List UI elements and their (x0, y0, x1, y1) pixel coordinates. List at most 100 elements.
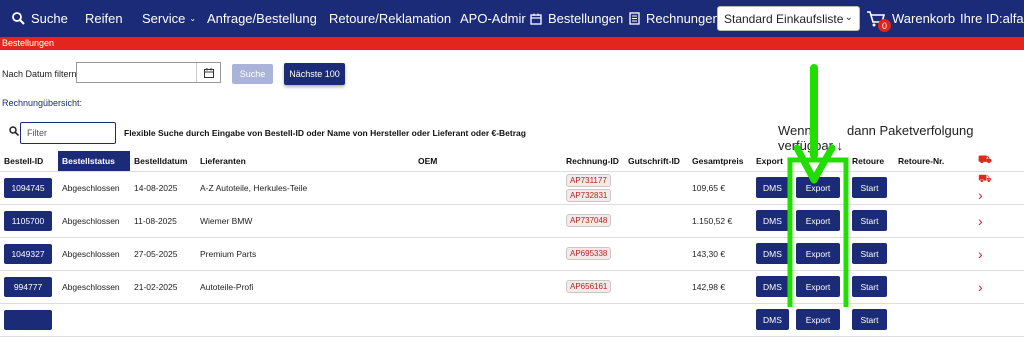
col-bestell-id[interactable]: Bestell-ID (0, 151, 58, 172)
col-rechnung-id[interactable]: Rechnung-ID (562, 151, 624, 172)
order-supplier (196, 303, 414, 337)
nav-apo-admin[interactable]: APO-Admir (460, 0, 526, 37)
filter-search-button[interactable]: Suche (232, 64, 273, 84)
order-date: 11-08-2025 (130, 204, 196, 238)
date-filter-label: Nach Datum filtern: (2, 69, 80, 79)
export-button[interactable]: Export (796, 309, 840, 330)
col-retoure[interactable]: Retoure (848, 151, 894, 172)
export-button[interactable]: Export (796, 276, 840, 297)
order-date (130, 303, 196, 337)
order-id-button[interactable]: 1105700 (4, 210, 52, 231)
retoure-start-button[interactable]: Start (852, 243, 887, 264)
chevron-right-icon[interactable]: › (978, 213, 1024, 229)
nav-anfrage[interactable]: Anfrage/Bestellung (207, 0, 317, 37)
nav-warenkorb[interactable]: Warenkorb (866, 0, 955, 37)
table-filter-input[interactable]: Filter (20, 122, 116, 144)
order-price: 143,30 € (688, 237, 752, 271)
credit-id (624, 237, 688, 271)
col-bestelldatum[interactable]: Bestelldatum (130, 151, 196, 172)
col-gesamtpreis[interactable]: Gesamtpreis (688, 151, 752, 172)
tracking-hint-start: Wenn (778, 123, 812, 138)
order-oem (414, 171, 562, 205)
col-lieferanten[interactable]: Lieferanten (196, 151, 414, 172)
truck-icon: ⛟ (978, 172, 992, 185)
order-supplier: A-Z Autoteile, Herkules-Teile (196, 171, 414, 205)
table-row: 994777 Abgeschlossen 21-02-2025 Autoteil… (0, 270, 1024, 304)
nav-rechnungen-label: Rechnungen (646, 11, 720, 26)
table-row: 1105700 Abgeschlossen 11-08-2025 Wiemer … (0, 204, 1024, 238)
date-filter-input[interactable] (76, 62, 221, 83)
col-retoure-nr[interactable]: Retoure-Nr. (894, 151, 974, 172)
order-oem (414, 237, 562, 271)
calendar-icon (530, 13, 542, 25)
chevron-right-icon[interactable]: › (978, 187, 1024, 203)
invoice-id-link[interactable]: AP732831 (566, 188, 612, 202)
next-100-button[interactable]: Nächste 100 (284, 63, 345, 85)
order-price: 142,98 € (688, 270, 752, 304)
invoice-id-link[interactable]: AP656161 (566, 280, 612, 293)
dms-button[interactable]: DMS (756, 276, 789, 297)
invoice-id-link[interactable]: AP737048 (566, 214, 612, 227)
order-id-button[interactable]: 1049327 (4, 243, 52, 264)
dms-button[interactable]: DMS (756, 210, 789, 231)
retoure-start-button[interactable]: Start (852, 309, 887, 330)
order-status: Abgeschlossen (58, 204, 130, 238)
user-id-label: Ihre ID:alfah (960, 11, 1024, 26)
nav-bestellungen-label: Bestellungen (548, 11, 624, 26)
chevron-right-icon[interactable]: › (978, 246, 1024, 262)
shopping-list-value: Standard Einkaufsliste (724, 11, 844, 26)
retoure-nr (894, 237, 974, 271)
retoure-start-button[interactable]: Start (852, 276, 887, 297)
nav-retoure[interactable]: Retoure/Reklamation (329, 0, 451, 37)
rechnung-overview-label: Rechnungübersicht: (2, 98, 83, 108)
order-id-button[interactable]: 994777 (4, 276, 52, 297)
order-oem (414, 270, 562, 304)
nav-suche[interactable]: Suche (12, 0, 68, 37)
truck-icon: ⛟ (978, 153, 992, 166)
table-row: 1094745 Abgeschlossen 14-08-2025 A-Z Aut… (0, 171, 1024, 205)
export-button[interactable]: Export (796, 243, 840, 264)
retoure-nr (894, 303, 974, 337)
col-bestellstatus[interactable]: Bestellstatus (58, 151, 130, 172)
nav-service[interactable]: Service ⌄ (142, 0, 196, 37)
order-supplier: Premium Parts (196, 237, 414, 271)
export-button[interactable]: Export (796, 177, 840, 198)
credit-id (624, 204, 688, 238)
search-hint: Flexible Suche durch Eingabe von Bestell… (124, 128, 526, 138)
nav-service-label: Service (142, 11, 186, 26)
invoice-id-link[interactable]: AP695338 (566, 247, 612, 260)
order-date: 14-08-2025 (130, 171, 196, 205)
order-price (688, 303, 752, 337)
col-oem[interactable]: OEM (414, 151, 562, 172)
order-price: 1.150,52 € (688, 204, 752, 238)
order-status: Abgeschlossen (58, 171, 130, 205)
nav-bestellungen[interactable]: Bestellungen (530, 0, 623, 37)
nav-reifen[interactable]: Reifen (85, 0, 123, 37)
dms-button[interactable]: DMS (756, 309, 789, 330)
nav-reifen-label: Reifen (85, 11, 123, 26)
nav-retoure-label: Retoure/Reklamation (329, 11, 452, 26)
order-date: 21-02-2025 (130, 270, 196, 304)
chevron-right-icon[interactable]: › (978, 279, 1024, 295)
order-id-button[interactable]: 1094745 (4, 177, 52, 198)
nav-rechnungen[interactable]: Rechnungen (629, 0, 720, 37)
col-export[interactable]: Export (752, 151, 792, 172)
table-row: 1049327 Abgeschlossen 27-05-2025 Premium… (0, 237, 1024, 271)
dms-button[interactable]: DMS (756, 177, 789, 198)
retoure-nr (894, 204, 974, 238)
order-price: 109,65 € (688, 171, 752, 205)
chevron-down-icon: ⌄ (844, 12, 853, 23)
export-button[interactable]: Export (796, 210, 840, 231)
retoure-start-button[interactable]: Start (852, 177, 887, 198)
invoice-id-link[interactable]: AP731177 (566, 173, 611, 187)
retoure-nr (894, 171, 974, 205)
shopping-list-select[interactable]: Standard Einkaufsliste ⌄ (717, 6, 860, 31)
retoure-start-button[interactable]: Start (852, 210, 887, 231)
order-oem (414, 303, 562, 337)
dms-button[interactable]: DMS (756, 243, 789, 264)
top-nav: Suche Reifen Service ⌄ Anfrage/Bestellun… (0, 0, 1024, 37)
nav-suche-label: Suche (31, 11, 68, 26)
calendar-icon[interactable] (196, 63, 220, 82)
order-id-button[interactable] (4, 309, 52, 330)
col-gutschrift-id[interactable]: Gutschrift-ID (624, 151, 688, 172)
